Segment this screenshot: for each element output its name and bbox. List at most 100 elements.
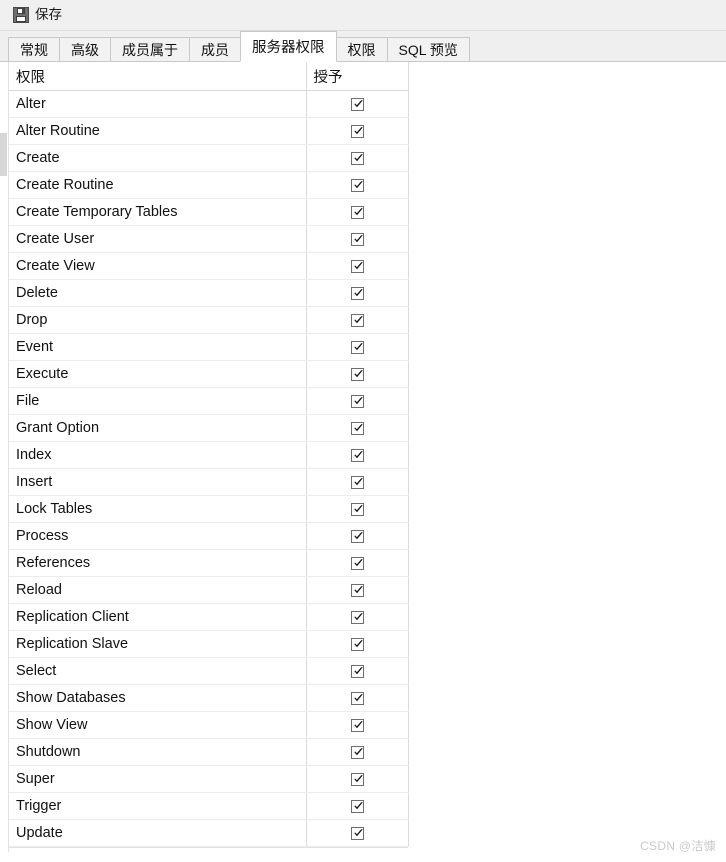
cell-grant[interactable] [306, 333, 409, 361]
checkbox-checked-icon[interactable] [350, 97, 364, 111]
cell-grant[interactable] [306, 738, 409, 766]
column-header-privilege[interactable]: 权限 [9, 62, 307, 91]
table-row[interactable]: Lock Tables [9, 495, 409, 523]
cell-grant[interactable] [306, 225, 409, 253]
checkbox-checked-icon[interactable] [350, 799, 364, 813]
table-row[interactable]: Replication Client [9, 603, 409, 631]
table-row[interactable]: Create Routine [9, 171, 409, 199]
cell-grant[interactable] [306, 414, 409, 442]
tab-members[interactable]: 成员 [189, 37, 241, 62]
tab-privileges[interactable]: 权限 [335, 37, 388, 62]
table-row[interactable]: Drop [9, 306, 409, 334]
checkbox-checked-icon[interactable] [350, 826, 364, 840]
checkbox-checked-icon[interactable] [350, 610, 364, 624]
cell-grant[interactable] [306, 549, 409, 577]
checkbox-checked-icon[interactable] [350, 151, 364, 165]
tab-advanced[interactable]: 高级 [59, 37, 111, 62]
cell-grant[interactable] [306, 387, 409, 415]
checkbox-checked-icon[interactable] [350, 367, 364, 381]
table-row[interactable]: Grant Option [9, 414, 409, 442]
table-row[interactable]: Insert [9, 468, 409, 496]
scrollbar-thumb[interactable] [0, 133, 7, 176]
cell-grant[interactable] [306, 765, 409, 793]
checkbox-checked-icon[interactable] [350, 448, 364, 462]
cell-grant[interactable] [306, 819, 409, 847]
tab-member-of[interactable]: 成员属于 [110, 37, 190, 62]
cell-grant[interactable] [306, 144, 409, 172]
checkbox-checked-icon[interactable] [350, 178, 364, 192]
table-row[interactable]: Create [9, 144, 409, 172]
checkbox-checked-icon[interactable] [350, 691, 364, 705]
cell-grant[interactable] [306, 468, 409, 496]
cell-grant[interactable] [306, 252, 409, 280]
checkbox-checked-icon[interactable] [350, 529, 364, 543]
table-row[interactable]: Create User [9, 225, 409, 253]
checkbox-checked-icon[interactable] [350, 421, 364, 435]
cell-grant[interactable] [306, 279, 409, 307]
cell-grant[interactable] [306, 630, 409, 658]
cell-privilege: Show Databases [9, 684, 307, 712]
tab-general[interactable]: 常规 [8, 37, 60, 62]
table-row[interactable]: File [9, 387, 409, 415]
table-row[interactable]: Alter [9, 90, 409, 118]
checkbox-checked-icon[interactable] [350, 502, 364, 516]
cell-grant[interactable] [306, 441, 409, 469]
table-row[interactable]: Delete [9, 279, 409, 307]
column-header-grant[interactable]: 授予 [306, 62, 409, 91]
checkbox-checked-icon[interactable] [350, 664, 364, 678]
table-row[interactable]: Super [9, 765, 409, 793]
table-row[interactable]: Alter Routine [9, 117, 409, 145]
table-row[interactable]: Index [9, 441, 409, 469]
cell-grant[interactable] [306, 495, 409, 523]
table-row[interactable]: Create Temporary Tables [9, 198, 409, 226]
table-row[interactable]: Trigger [9, 792, 409, 820]
tab-server-privileges[interactable]: 服务器权限 [240, 31, 337, 62]
checkbox-checked-icon[interactable] [350, 340, 364, 354]
cell-grant[interactable] [306, 522, 409, 550]
checkbox-checked-icon[interactable] [350, 475, 364, 489]
cell-grant[interactable] [306, 792, 409, 820]
cell-privilege: Trigger [9, 792, 307, 820]
table-row[interactable]: Show View [9, 711, 409, 739]
table-row[interactable]: Select [9, 657, 409, 685]
cell-privilege: Create User [9, 225, 307, 253]
cell-grant[interactable] [306, 603, 409, 631]
save-button[interactable]: 保存 [9, 5, 66, 25]
cell-grant[interactable] [306, 684, 409, 712]
table-row[interactable]: References [9, 549, 409, 577]
cell-grant[interactable] [306, 360, 409, 388]
checkbox-checked-icon[interactable] [350, 232, 364, 246]
checkbox-checked-icon[interactable] [350, 124, 364, 138]
cell-grant[interactable] [306, 657, 409, 685]
checkbox-checked-icon[interactable] [350, 313, 364, 327]
checkbox-checked-icon[interactable] [350, 718, 364, 732]
checkbox-checked-icon[interactable] [350, 745, 364, 759]
table-row[interactable]: Create View [9, 252, 409, 280]
cell-grant[interactable] [306, 117, 409, 145]
checkbox-checked-icon[interactable] [350, 394, 364, 408]
vertical-scrollbar[interactable] [0, 62, 7, 862]
checkbox-checked-icon[interactable] [350, 556, 364, 570]
cell-grant[interactable] [306, 171, 409, 199]
cell-privilege: Replication Slave [9, 630, 307, 658]
checkbox-checked-icon[interactable] [350, 583, 364, 597]
table-row[interactable]: Shutdown [9, 738, 409, 766]
cell-grant[interactable] [306, 711, 409, 739]
cell-grant[interactable] [306, 90, 409, 118]
table-row[interactable]: Show Databases [9, 684, 409, 712]
tab-sql-preview[interactable]: SQL 预览 [386, 37, 470, 62]
table-row[interactable]: Execute [9, 360, 409, 388]
checkbox-checked-icon[interactable] [350, 259, 364, 273]
table-row[interactable]: Process [9, 522, 409, 550]
table-row[interactable]: Reload [9, 576, 409, 604]
table-row[interactable]: Event [9, 333, 409, 361]
checkbox-checked-icon[interactable] [350, 772, 364, 786]
checkbox-checked-icon[interactable] [350, 286, 364, 300]
checkbox-checked-icon[interactable] [350, 205, 364, 219]
checkbox-checked-icon[interactable] [350, 637, 364, 651]
cell-grant[interactable] [306, 198, 409, 226]
table-row[interactable]: Update [9, 819, 409, 847]
table-row[interactable]: Replication Slave [9, 630, 409, 658]
cell-grant[interactable] [306, 576, 409, 604]
cell-grant[interactable] [306, 306, 409, 334]
